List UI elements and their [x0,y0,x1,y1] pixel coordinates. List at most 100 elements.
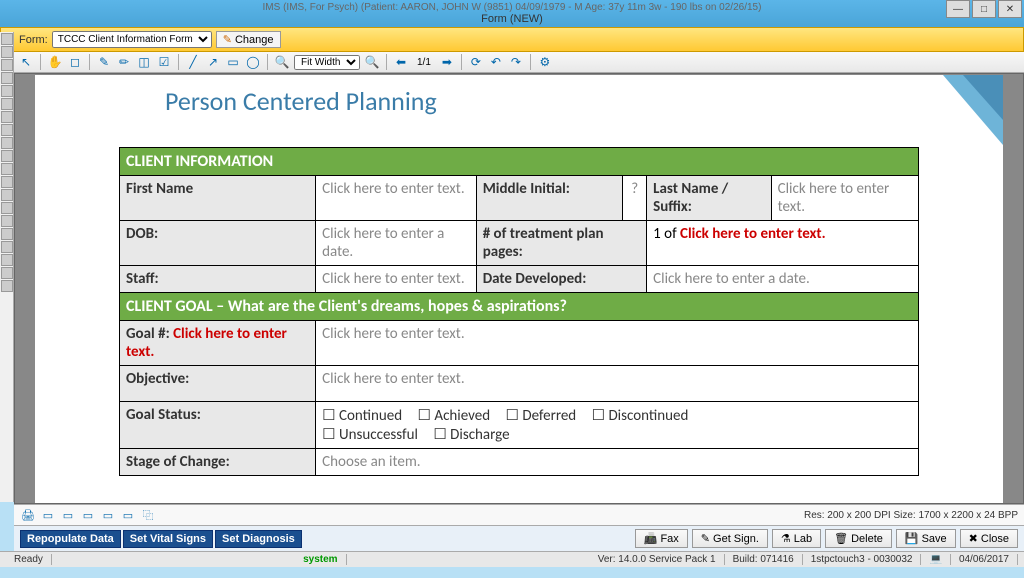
rail-icon[interactable] [1,241,13,253]
rail-icon[interactable] [1,280,13,292]
rail-icon[interactable] [1,72,13,84]
rotate-left-icon[interactable]: ↶ [488,54,504,70]
arrow-icon[interactable]: ↗ [205,54,221,70]
first-name-field[interactable]: Click here to enter text. [316,176,477,221]
dob-field[interactable]: Click here to enter a date. [316,221,477,266]
last-name-label: Last Name / Suffix: [647,176,771,221]
form-label: Form: [19,34,48,46]
status-ready: Ready [6,554,52,565]
fax-icon: 📠 [644,532,658,545]
rail-icon[interactable] [1,137,13,149]
form-selection-bar: Form: TCCC Client Information Form ✎Chan… [0,27,1024,52]
zoom-in-icon[interactable]: 🔍 [364,54,380,70]
maximize-button[interactable]: □ [972,0,996,18]
page-icon[interactable]: ▭ [100,507,116,523]
pointer-icon[interactable]: ↖ [18,54,34,70]
page-icon[interactable]: ▭ [60,507,76,523]
next-page-icon[interactable]: ➡ [439,54,455,70]
rail-icon[interactable] [1,98,13,110]
prev-page-icon[interactable]: ⬅ [393,54,409,70]
print-icon[interactable]: 🖨 [20,507,36,523]
stage-label: Stage of Change: [120,449,316,476]
check-icon[interactable]: ☑ [156,54,172,70]
document-viewport[interactable]: Person Centered Planning CLIENT INFORMAT… [14,73,1024,504]
staff-field[interactable]: Click here to enter text. [316,266,477,293]
delete-icon: 🗑 [834,532,848,545]
page-icon[interactable]: ▭ [80,507,96,523]
circle-icon[interactable]: ◯ [245,54,261,70]
rail-icon[interactable] [1,267,13,279]
status-deferred[interactable]: Deferred [506,406,577,425]
rail-icon[interactable] [1,189,13,201]
treatment-pages-field[interactable]: 1 of Click here to enter text. [647,221,919,266]
status-date: 04/06/2017 [951,554,1018,565]
close-button[interactable]: ✖Close [960,529,1018,548]
copy-icon[interactable]: ⿻ [140,507,156,523]
pencil-icon: ✎ [223,33,232,46]
status-continued[interactable]: Continued [322,406,402,425]
rail-icon[interactable] [1,150,13,162]
staff-label: Staff: [120,266,316,293]
page-indicator: 1/1 [413,57,435,68]
rotate-right-icon[interactable]: ↷ [508,54,524,70]
hand-icon[interactable]: ✋ [47,54,63,70]
settings-icon[interactable]: ⚙ [537,54,553,70]
goal-field[interactable]: Click here to enter text. [316,321,919,366]
rail-icon[interactable] [1,46,13,58]
rail-icon[interactable] [1,163,13,175]
page-icon[interactable]: ▭ [120,507,136,523]
dob-label: DOB: [120,221,316,266]
left-icon-rail [0,32,14,502]
rail-icon[interactable] [1,124,13,136]
treatment-pages-label: # of treatment plan pages: [476,221,646,266]
close-window-button[interactable]: ✕ [998,0,1022,18]
status-discontinued[interactable]: Discontinued [592,406,689,425]
rect-icon[interactable]: ▭ [225,54,241,70]
refresh-icon[interactable]: ⟳ [468,54,484,70]
goal-status-options[interactable]: Continued Achieved Deferred Discontinued… [316,402,919,449]
minimize-button[interactable]: — [946,0,970,18]
rail-icon[interactable] [1,59,13,71]
rail-icon[interactable] [1,111,13,123]
status-system: system [295,554,346,565]
status-discharge[interactable]: Discharge [433,425,509,444]
select-icon[interactable]: ◻ [67,54,83,70]
rail-icon[interactable] [1,176,13,188]
line-icon[interactable]: ╱ [185,54,201,70]
rail-icon[interactable] [1,228,13,240]
date-developed-field[interactable]: Click here to enter a date. [647,266,919,293]
last-name-field[interactable]: Click here to enter text. [771,176,918,221]
rail-icon[interactable] [1,85,13,97]
rail-icon[interactable] [1,254,13,266]
status-host: 1stpctouch3 - 0030032 [803,554,922,565]
change-button[interactable]: ✎Change [216,31,281,48]
highlight-icon[interactable]: ✏ [116,54,132,70]
rail-icon[interactable] [1,215,13,227]
diagnosis-button[interactable]: Set Diagnosis [215,530,302,548]
objective-label: Objective: [120,366,316,402]
objective-field[interactable]: Click here to enter text. [316,366,919,402]
form-select[interactable]: TCCC Client Information Form [52,31,212,48]
status-unsuccessful[interactable]: Unsuccessful [322,425,418,444]
page-icon[interactable]: ▭ [40,507,56,523]
status-achieved[interactable]: Achieved [418,406,491,425]
fax-button[interactable]: 📠Fax [635,529,688,548]
vital-signs-button[interactable]: Set Vital Signs [123,530,213,548]
stage-field[interactable]: Choose an item. [316,449,919,476]
zoom-select[interactable]: Fit Width [294,55,360,70]
rail-icon[interactable] [1,33,13,45]
page-title: Person Centered Planning [165,85,983,117]
pen-icon[interactable]: ✎ [96,54,112,70]
repopulate-button[interactable]: Repopulate Data [20,530,121,548]
action-bar: Repopulate Data Set Vital Signs Set Diag… [14,525,1024,551]
eraser-icon[interactable]: ◫ [136,54,152,70]
lab-button[interactable]: ⚗Lab [772,529,821,548]
delete-button[interactable]: 🗑Delete [825,529,892,548]
zoom-icon[interactable]: 🔍 [274,54,290,70]
save-button[interactable]: 💾Save [896,529,956,548]
get-sign-button[interactable]: ✎Get Sign. [692,529,768,548]
section-header: CLIENT GOAL – What are the Client's drea… [120,293,919,321]
rail-icon[interactable] [1,202,13,214]
middle-initial-field[interactable]: ? [623,176,647,221]
resolution-info: Res: 200 x 200 DPI Size: 1700 x 2200 x 2… [804,510,1018,521]
